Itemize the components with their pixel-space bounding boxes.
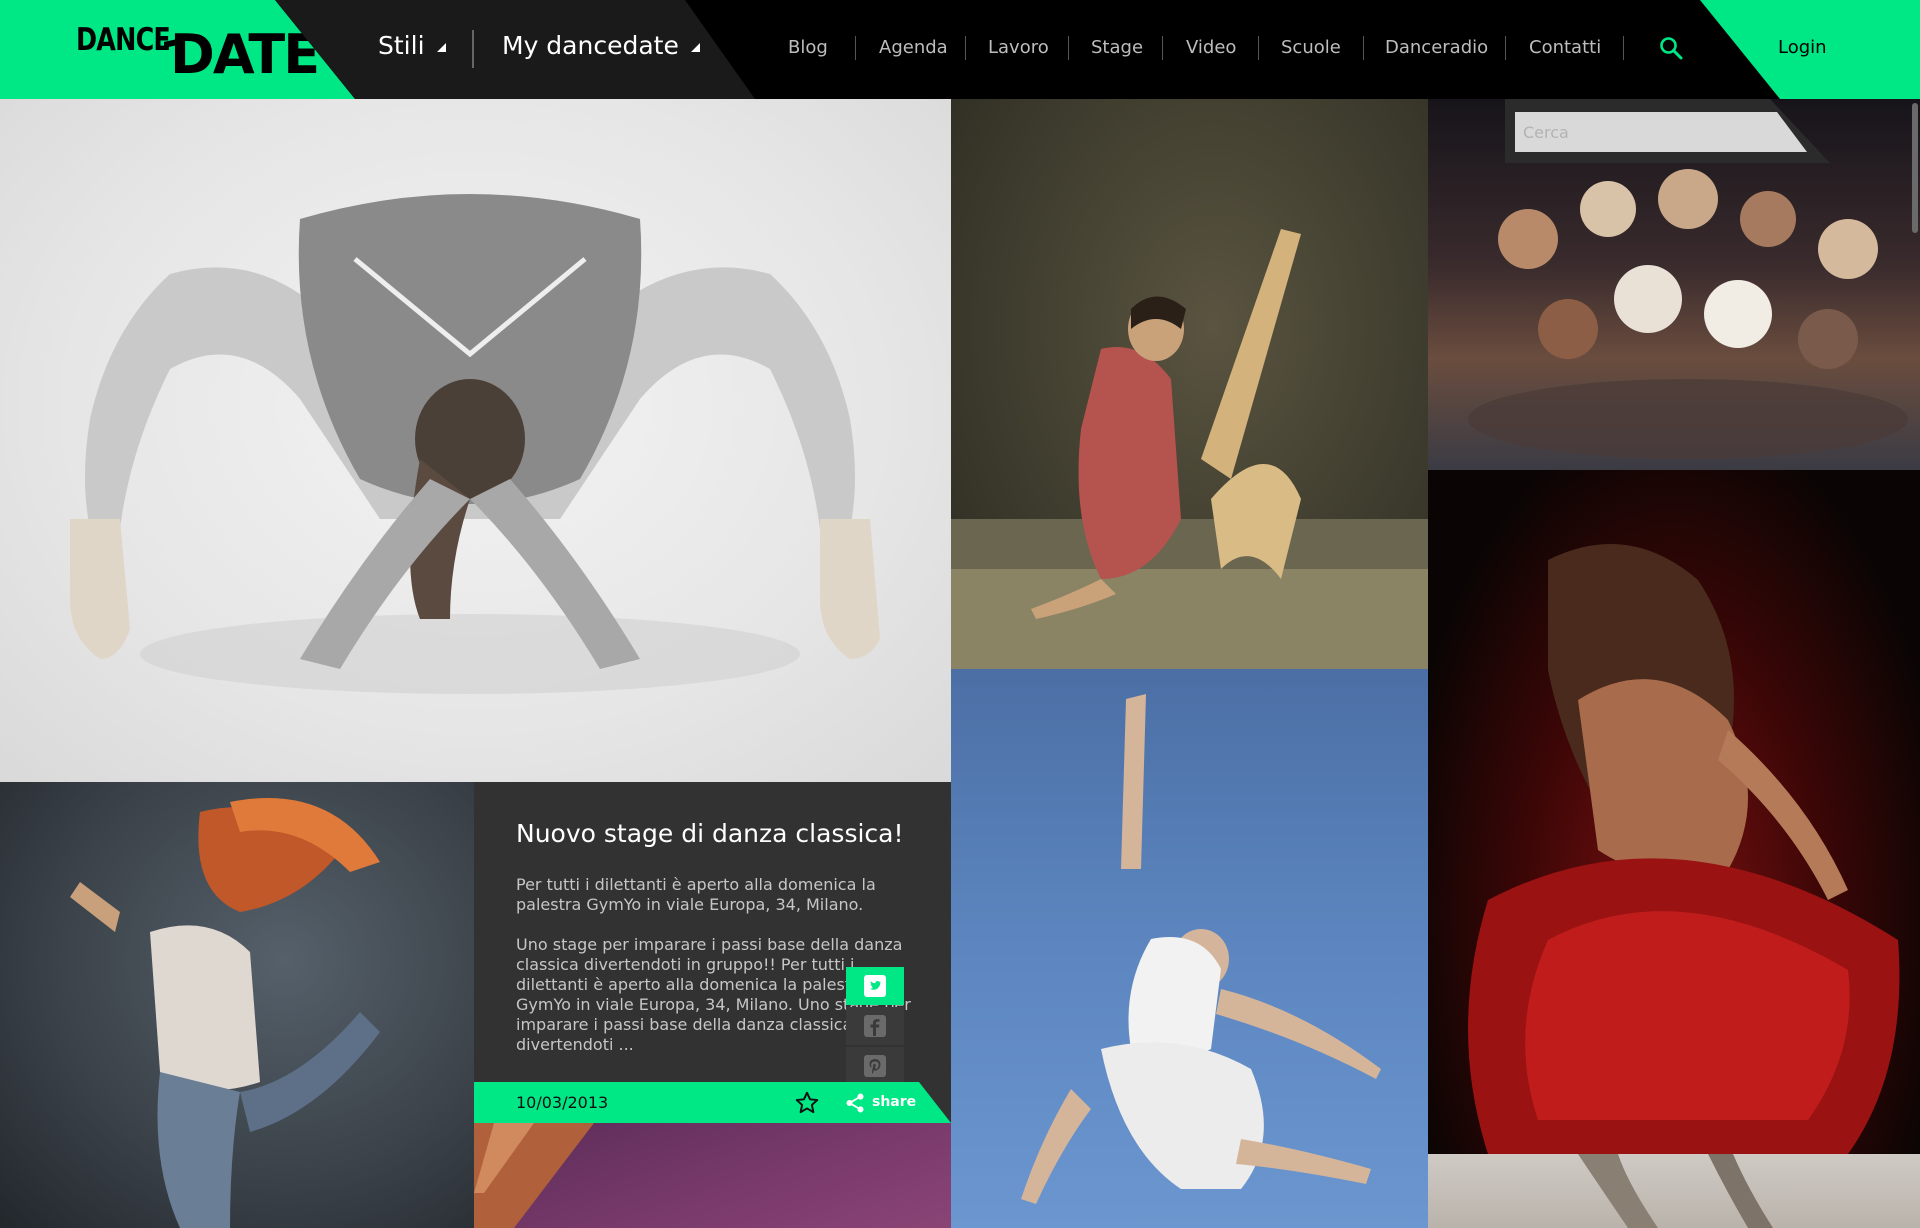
menu-my-dancedate-label: My dancedate [502,31,679,60]
logo-word-dance: DANCE [76,22,171,58]
nav-scuole-danceradio[interactable]: Danceradio [1385,37,1488,58]
login-button[interactable]: Login [1778,37,1827,58]
photo-partial-bottom[interactable] [1428,1154,1920,1228]
ballerina-bw-illustration [70,194,880,694]
nav-divider [1258,36,1259,60]
photo-jumping-dancer[interactable] [951,669,1428,1228]
search-icon[interactable] [1659,36,1683,60]
dropdown-arrow-icon [436,42,446,52]
share-button[interactable]: share [872,1094,916,1110]
dropdown-arrow-icon [690,42,700,52]
article-paragraph-1: Per tutti i dilettanti è aperto alla dom… [516,875,876,914]
logo-word-date: DATE [170,23,320,86]
nav-stage[interactable]: Stage [1091,37,1143,58]
article-date: 10/03/2013 [516,1093,609,1112]
nav-divider [1505,36,1506,60]
facebook-share-button[interactable] [846,1007,904,1045]
menu-stili-label: Stili [378,31,425,60]
nav-divider [965,36,966,60]
nav-contatti[interactable]: Contatti [1529,37,1601,58]
menu-stili[interactable]: Stili [378,31,446,60]
twitter-icon [864,975,886,997]
twitter-share-button[interactable] [846,967,904,1005]
share-icon[interactable] [844,1092,866,1114]
jumping-dancer-illustration [1021,694,1381,1204]
social-share-strip [846,967,904,1087]
photo-hiphop-dancer[interactable] [0,782,474,1228]
pinterest-icon [864,1055,886,1077]
photo-ballerina-bw[interactable] [0,99,951,782]
page-scrollbar[interactable] [1912,103,1918,233]
article-card[interactable]: Nuovo stage di danza classica! Per tutti… [474,782,951,1123]
photo-ballerina-painting[interactable] [951,99,1428,669]
dancedate-logo[interactable]: DANCE DATE [76,18,320,86]
photo-purple-building[interactable] [474,1123,951,1228]
flamenco-illustration [1468,544,1900,1154]
nav-divider [1162,36,1163,60]
menu-divider [472,30,474,68]
pinterest-share-button[interactable] [846,1047,904,1085]
menu-my-dancedate[interactable]: My dancedate [502,31,700,60]
nav-divider [1068,36,1069,60]
photo-flamenco-dancer[interactable] [1428,470,1920,1154]
article-title[interactable]: Nuovo stage di danza classica! [516,819,904,848]
search-input[interactable] [1515,112,1807,152]
nav-divider [855,36,856,60]
top-navbar: DANCE DATE Stili My dancedate Blog Agend… [0,0,1920,99]
hiphop-dancer-illustration [70,798,380,1228]
ballerina-painting-illustration [951,229,1428,669]
facebook-icon [864,1015,886,1037]
star-icon[interactable] [794,1090,820,1116]
article-footer: 10/03/2013 share [474,1082,951,1123]
nav-agenda[interactable]: Agenda [879,37,948,58]
nav-divider [1623,36,1624,60]
nav-lavoro[interactable]: Lavoro [988,37,1049,58]
partial-photo-illustration [1578,1154,1773,1228]
nav-video[interactable]: Video [1186,37,1236,58]
nav-blog[interactable]: Blog [788,37,828,58]
nav-divider [1363,36,1364,60]
nav-scuole[interactable]: Scuole [1281,37,1341,58]
purple-building-illustration [474,1123,594,1228]
